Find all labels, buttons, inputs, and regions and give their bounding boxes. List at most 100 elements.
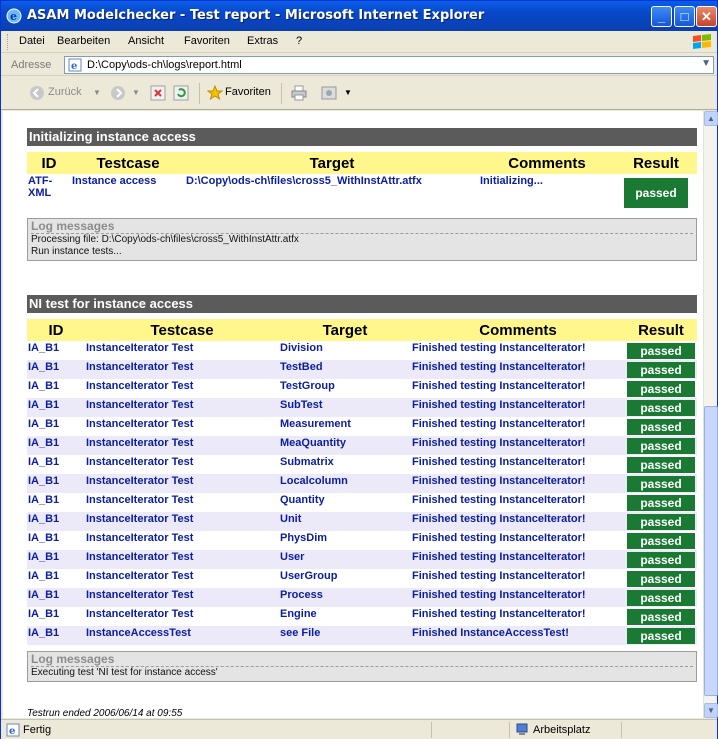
- table-row: IA_B1 InstanceIterator Test TestBed Finishe…: [27, 360, 697, 379]
- cell-comment: Finished testing InstanceIterator!: [411, 550, 625, 569]
- page-icon: e: [68, 58, 82, 72]
- cell-result: passed: [625, 550, 697, 569]
- minimize-button[interactable]: _: [651, 6, 672, 27]
- status-badge: passed: [627, 589, 695, 606]
- table-row: IA_B1 InstanceIterator Test PhysDim Finishe…: [27, 531, 697, 550]
- cell-result: passed: [625, 512, 697, 531]
- media-dropdown-icon[interactable]: ▼: [344, 88, 352, 97]
- refresh-icon[interactable]: [173, 85, 189, 101]
- cell-result: passed: [625, 607, 697, 626]
- back-dropdown-icon[interactable]: ▼: [93, 88, 101, 97]
- svg-text:e: e: [9, 726, 15, 737]
- log-title: Log messages: [31, 220, 693, 234]
- status-badge: passed: [627, 513, 695, 530]
- table-row: IA_B1 InstanceIterator Test Quantity Finish…: [27, 493, 697, 512]
- table-row: IA_B1 InstanceIterator Test Localcolumn Fin…: [27, 474, 697, 493]
- forward-icon[interactable]: [110, 85, 126, 101]
- column-header: Comments: [411, 319, 625, 341]
- cell-testcase: InstanceIterator Test: [85, 588, 279, 607]
- status-divider: [509, 722, 510, 738]
- back-icon[interactable]: [29, 85, 45, 101]
- title-bar[interactable]: e ASAM Modelchecker - Test report - Micr…: [1, 1, 717, 31]
- log-title: Log messages: [31, 653, 693, 667]
- computer-icon: [516, 723, 528, 735]
- chevron-down-icon[interactable]: ▼: [701, 58, 711, 69]
- cell-result: passed: [625, 588, 697, 607]
- cell-comment: Finished testing InstanceIterator!: [411, 493, 625, 512]
- scroll-up-icon[interactable]: ▲: [704, 111, 718, 126]
- column-header: Testcase: [85, 319, 279, 341]
- scroll-down-icon[interactable]: ▼: [704, 703, 718, 718]
- cell-comment: Finished testing InstanceIterator!: [411, 607, 625, 626]
- log-line: Processing file: D:\Copy\ods-ch\files\cr…: [31, 234, 299, 245]
- menu-help[interactable]: ?: [296, 35, 302, 47]
- menu-extras[interactable]: Extras: [247, 35, 278, 47]
- menu-datei[interactable]: Datei: [19, 35, 45, 47]
- table-row: IA_B1 InstanceIterator Test Engine Finished…: [27, 607, 697, 626]
- svg-text:e: e: [10, 10, 17, 23]
- cell-comment: Finished testing InstanceIterator!: [411, 360, 625, 379]
- cell-target: Quantity: [279, 493, 411, 512]
- cell-target: PhysDim: [279, 531, 411, 550]
- cell-target: see File: [279, 626, 411, 645]
- table-row: IA_B1 InstanceIterator Test TestGroup Finis…: [27, 379, 697, 398]
- status-badge: passed: [627, 551, 695, 568]
- table-row: IA_B1 InstanceIterator Test MeaQuantity Fin…: [27, 436, 697, 455]
- menu-bearbeiten[interactable]: Bearbeiten: [57, 35, 110, 47]
- address-input[interactable]: e D:\Copy\ods-ch\logs\report.html ▼: [64, 56, 714, 74]
- status-badge: passed: [627, 437, 695, 454]
- media-icon[interactable]: [321, 85, 337, 101]
- cell-id: IA_B1: [27, 512, 85, 531]
- status-badge: passed: [627, 570, 695, 587]
- column-header: Target: [185, 152, 479, 174]
- column-header: ID: [27, 152, 71, 174]
- cell-target: TestBed: [279, 360, 411, 379]
- cell-result: passed: [625, 569, 697, 588]
- maximize-button[interactable]: □: [674, 6, 695, 27]
- log-box: Log messages Processing file: D:\Copy\od…: [27, 218, 697, 261]
- window-title: ASAM Modelchecker - Test report - Micros…: [27, 8, 485, 23]
- cell-comment: Finished testing InstanceIterator!: [411, 512, 625, 531]
- cell-testcase: InstanceIterator Test: [85, 512, 279, 531]
- menu-ansicht[interactable]: Ansicht: [128, 35, 164, 47]
- cell-result: passed: [625, 360, 697, 379]
- status-badge: passed: [627, 361, 695, 378]
- menu-favoriten[interactable]: Favoriten: [184, 35, 230, 47]
- cell-target: MeaQuantity: [279, 436, 411, 455]
- results-table: ID Testcase Target Comments Result ATF-X…: [27, 152, 697, 210]
- cell-result: passed: [625, 417, 697, 436]
- status-badge: passed: [627, 475, 695, 492]
- cell-testcase: InstanceIterator Test: [85, 607, 279, 626]
- ie-icon: e: [6, 8, 22, 24]
- stop-icon[interactable]: [150, 85, 166, 101]
- back-button[interactable]: Zurück: [48, 86, 82, 98]
- vertical-scrollbar[interactable]: ▲ ▼: [703, 111, 718, 718]
- address-label: Adresse: [11, 59, 52, 71]
- toolbar-grip[interactable]: [7, 34, 10, 50]
- cell-target: User: [279, 550, 411, 569]
- status-badge: passed: [627, 532, 695, 549]
- table-row: IA_B1 InstanceIterator Test Unit Finished t…: [27, 512, 697, 531]
- cell-result: passed: [625, 398, 697, 417]
- cell-target: TestGroup: [279, 379, 411, 398]
- cell-target: SubTest: [279, 398, 411, 417]
- cell-comment: Finished testing InstanceIterator!: [411, 455, 625, 474]
- menu-bar: Datei Bearbeiten Ansicht Favoriten Extra…: [1, 31, 717, 53]
- table-row: IA_B1 InstanceIterator Test SubTest Finishe…: [27, 398, 697, 417]
- forward-dropdown-icon[interactable]: ▼: [132, 88, 140, 97]
- favorites-star-icon[interactable]: [207, 85, 223, 101]
- cell-target: Submatrix: [279, 455, 411, 474]
- page-content[interactable]: Initializing instance access ID Testcase…: [3, 111, 703, 718]
- cell-testcase: InstanceIterator Test: [85, 550, 279, 569]
- log-box: Log messages Executing test 'NI test for…: [27, 651, 697, 682]
- cell-comment: Finished InstanceAccessTest!: [411, 626, 625, 645]
- cell-target: Localcolumn: [279, 474, 411, 493]
- favorites-button[interactable]: Favoriten: [225, 86, 271, 98]
- cell-id: IA_B1: [27, 398, 85, 417]
- testrun-footer: Testrun ended 2006/06/14 at 09:55: [27, 708, 183, 718]
- table-row: IA_B1 InstanceIterator Test Submatrix Finis…: [27, 455, 697, 474]
- print-icon[interactable]: [291, 85, 307, 101]
- status-badge: passed: [627, 627, 695, 644]
- close-button[interactable]: ✕: [696, 6, 717, 27]
- scroll-thumb[interactable]: [704, 406, 718, 696]
